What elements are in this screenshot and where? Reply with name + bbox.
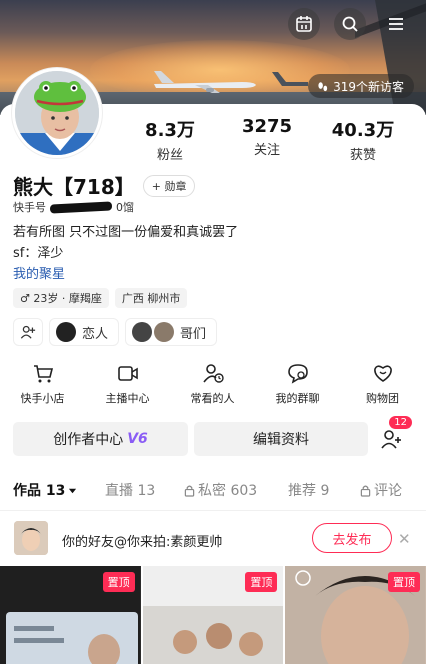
- caret-down-icon: [69, 488, 77, 493]
- shortcut-shop[interactable]: 快手小店: [0, 362, 85, 406]
- lover-chip[interactable]: 恋人: [49, 318, 120, 346]
- chat-bubble-icon: [287, 364, 308, 384]
- tab-works[interactable]: 作品 13: [13, 480, 77, 500]
- stat-value: 40.3万: [331, 120, 395, 141]
- tab-label: 评论: [374, 483, 402, 499]
- buddy-avatar: [154, 322, 175, 342]
- stat-label: 粉丝: [156, 148, 183, 163]
- publish-button[interactable]: 去发布: [312, 523, 392, 553]
- redaction-scribble: [49, 200, 113, 214]
- stat-value: 8.3万: [145, 120, 195, 141]
- tab-live[interactable]: 直播 13: [105, 480, 155, 500]
- close-icon[interactable]: ✕: [398, 530, 411, 548]
- work-thumbnail[interactable]: 置顶: [0, 566, 141, 664]
- stat-label: 获赞: [349, 148, 376, 163]
- lock-icon: [184, 485, 195, 497]
- kuaishou-id[interactable]: 快手号 0馏: [13, 199, 134, 215]
- tab-private[interactable]: 私密 603: [184, 480, 257, 500]
- shortcut-label: 我的群聊: [275, 392, 320, 405]
- kuaishou-id-prefix: 快手号: [13, 201, 46, 214]
- calendar-icon: [296, 16, 312, 32]
- add-friend-button[interactable]: 12: [374, 416, 412, 456]
- buddies-chip[interactable]: 哥们: [125, 318, 218, 346]
- tab-label: 推荐 9: [288, 483, 330, 499]
- search-button[interactable]: [334, 8, 366, 40]
- works-grid: 置顶 置顶 置顶: [0, 566, 426, 664]
- footprint-icon: [318, 81, 328, 91]
- add-relation-button[interactable]: [13, 318, 43, 346]
- heart-bag-icon: [373, 365, 392, 382]
- airplane-image: [154, 71, 256, 93]
- profile-actions: 创作者中心 V6 编辑资料 12: [13, 416, 412, 456]
- video-camera-icon: [117, 366, 138, 381]
- friend-challenge-banner: 你的好友@你来拍:素颜更帅 去发布 ✕: [0, 510, 426, 564]
- stat-label: 关注: [253, 143, 280, 158]
- shortcut-shopping-group[interactable]: 购物团: [340, 362, 425, 406]
- pinned-badge: 置顶: [388, 572, 421, 592]
- buddies-label: 哥们: [180, 326, 207, 342]
- tab-recommend[interactable]: 推荐 9: [288, 480, 329, 500]
- shortcut-group-chat[interactable]: 我的群聊: [255, 362, 340, 406]
- work-thumbnail[interactable]: 置顶: [285, 566, 426, 664]
- person-add-icon: [20, 325, 36, 339]
- person-add-icon: [381, 430, 401, 449]
- pinned-badge: 置顶: [245, 572, 278, 592]
- pinned-badge: 置顶: [102, 572, 135, 592]
- creator-level-badge: V6: [127, 431, 148, 447]
- content-tabs: 作品 13 直播 13 私密 603 推荐 9 评论: [0, 480, 426, 502]
- friend-request-badge: 12: [389, 416, 412, 429]
- tab-label: 直播 13: [105, 483, 156, 499]
- lover-avatar: [56, 322, 76, 342]
- cart-icon: [33, 365, 53, 383]
- shortcut-row: 快手小店 主播中心 常看的人 我的群聊 购物团: [0, 362, 426, 406]
- shortcut-streamer-center[interactable]: 主播中心: [85, 362, 170, 406]
- avatar[interactable]: [12, 68, 102, 158]
- medal-button[interactable]: + 勋章: [142, 174, 196, 197]
- edit-profile-button[interactable]: 编辑资料: [194, 422, 368, 456]
- shortcut-label: 购物团: [366, 392, 399, 405]
- new-visitors-label: 319个新访客: [333, 79, 404, 94]
- buddy-avatar: [132, 322, 153, 342]
- shortcut-label: 快手小店: [20, 392, 65, 405]
- stat-following[interactable]: 3275 关注: [227, 116, 307, 158]
- friend-avatar: [14, 521, 48, 555]
- search-icon: [342, 16, 358, 32]
- shortcut-label: 常看的人: [190, 392, 235, 405]
- shortcut-frequent-people[interactable]: 常看的人: [170, 362, 255, 406]
- calendar-button[interactable]: [288, 8, 320, 40]
- age-tag: ♂ 23岁 · 摩羯座: [13, 288, 109, 308]
- friend-avatar-photo: [14, 521, 48, 555]
- menu-button[interactable]: [380, 8, 412, 40]
- creator-center-button[interactable]: 创作者中心 V6: [13, 422, 188, 456]
- tab-comments[interactable]: 评论: [360, 480, 402, 500]
- bio-line: 若有所图 只不过图一份偏爱和真诚罢了: [13, 225, 239, 240]
- profile-name: 熊大【718】: [13, 175, 135, 199]
- tab-label: 私密 603: [198, 483, 258, 499]
- work-thumbnail[interactable]: 置顶: [142, 566, 284, 664]
- creator-center-label: 创作者中心: [53, 432, 124, 448]
- name-row: 熊大【718】 + 勋章: [13, 171, 196, 200]
- friend-relations: 恋人 哥们: [13, 318, 218, 346]
- friend-challenge-text: 你的好友@你来拍:素颜更帅: [62, 535, 223, 550]
- profile-tags: ♂ 23岁 · 摩羯座 广西 柳州市: [13, 288, 188, 308]
- person-clock-icon: [202, 364, 224, 383]
- lock-icon: [360, 485, 371, 497]
- lover-label: 恋人: [82, 326, 109, 342]
- tab-label: 作品 13: [13, 483, 66, 499]
- edit-profile-label: 编辑资料: [253, 432, 309, 448]
- shortcut-label: 主播中心: [105, 392, 150, 405]
- stat-value: 3275: [241, 116, 293, 137]
- hamburger-menu-icon: [389, 18, 403, 30]
- stat-followers[interactable]: 8.3万 粉丝: [130, 116, 210, 163]
- location-tag: 广西 柳州市: [114, 288, 188, 308]
- kuaishou-id-suffix: 0馏: [116, 201, 134, 214]
- my-collection-link[interactable]: 我的聚星: [13, 263, 65, 282]
- bio-line: sf：泽少: [13, 246, 64, 261]
- new-visitors-button[interactable]: 319个新访客: [308, 74, 414, 98]
- stat-likes[interactable]: 40.3万 获赞: [323, 116, 403, 163]
